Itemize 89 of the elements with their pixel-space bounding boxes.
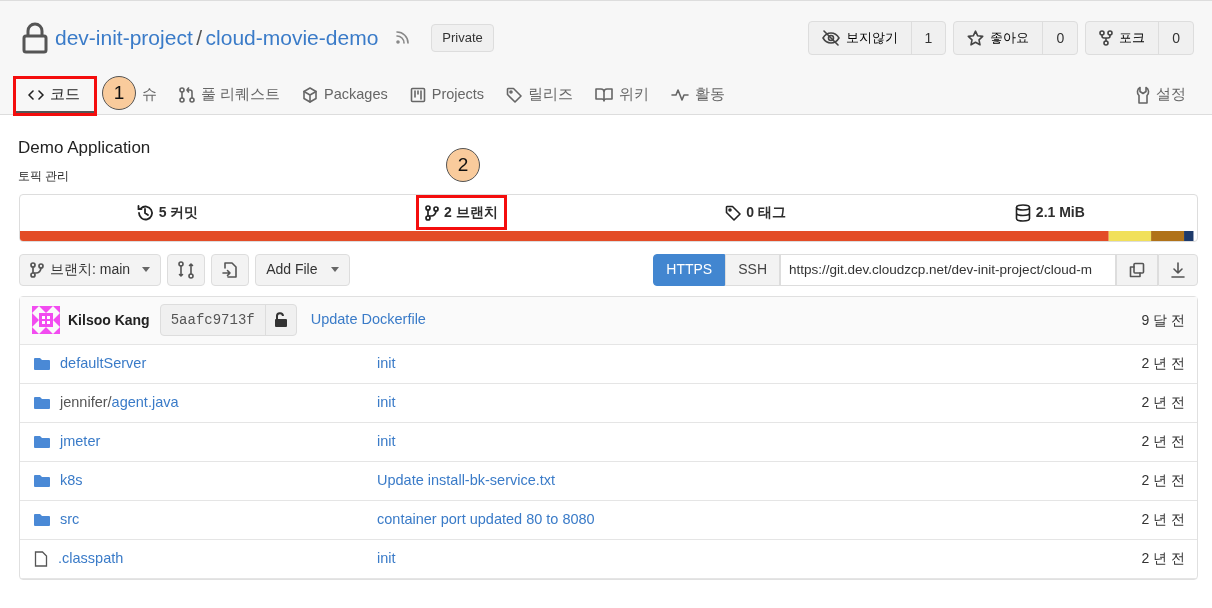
nav-tab[interactable]: 풀 리퀘스트: [171, 79, 289, 113]
tag-icon: [725, 204, 742, 221]
clone-url-field[interactable]: https://git.dev.cloudzcp.net/dev-init-project/cloud-m: [780, 253, 1116, 286]
file-time: 2 년 전: [1141, 432, 1185, 451]
author-link[interactable]: Kilsoo Kang: [68, 309, 150, 331]
repository-link[interactable]: cloud-movie-demo: [205, 22, 379, 54]
fork-button[interactable]: 포크: [1086, 22, 1160, 54]
copy-icon: [1129, 261, 1145, 278]
protocol-tab[interactable]: HTTPS: [653, 253, 726, 286]
fork-icon: [1099, 30, 1114, 46]
nav-tab[interactable]: 릴리즈: [498, 79, 582, 113]
database-icon: [1014, 203, 1031, 222]
step-number-marker: 2: [446, 148, 480, 182]
watch-button[interactable]: 보지않기: [808, 22, 912, 54]
path-separator: /: [196, 25, 203, 52]
nav-tab[interactable]: 슈: [140, 79, 165, 113]
upload-button[interactable]: [211, 253, 250, 286]
stat-link[interactable]: 0 태그: [719, 198, 792, 227]
folder-icon: [34, 434, 50, 449]
nav-tab[interactable]: Packages: [294, 79, 396, 113]
lock-icon: [22, 22, 48, 54]
commit-message-link[interactable]: init: [377, 352, 396, 375]
compare-icon: [178, 260, 195, 279]
nav-tab[interactable]: Projects: [401, 79, 493, 113]
topics-link[interactable]: 토픽 관리: [18, 166, 70, 185]
branch-icon: [30, 261, 44, 278]
file-upload-icon: [222, 260, 239, 279]
download-button[interactable]: [1158, 253, 1198, 286]
count-label: 0: [1171, 28, 1181, 48]
unlock-icon: [273, 312, 288, 328]
compare-button[interactable]: [167, 253, 206, 286]
namespace-link[interactable]: dev-init-project: [55, 22, 193, 54]
commit-message-link[interactable]: Update install-bk-service.txt: [377, 469, 556, 492]
branch-dropdown[interactable]: 브랜치: main: [19, 253, 162, 286]
commit-message-link[interactable]: container port updated 80 to 8080: [377, 508, 595, 531]
folder-icon: [34, 512, 50, 527]
star-button[interactable]: 좋아요: [954, 22, 1044, 54]
caret-icon: [331, 267, 340, 272]
history-icon: [135, 203, 154, 222]
board-icon: [409, 87, 426, 103]
stat-link[interactable]: 2.1 MiB: [1008, 198, 1091, 227]
file-time: 2 년 전: [1141, 393, 1185, 412]
wrench-icon: [1136, 86, 1150, 104]
book-icon: [595, 87, 614, 103]
cube-icon: [302, 87, 319, 103]
file-time: 2 년 전: [1141, 510, 1185, 529]
tag-icon: [506, 87, 523, 103]
file-name-link[interactable]: k8s: [60, 469, 83, 492]
nav-tab[interactable]: 활동: [663, 79, 734, 113]
stat-link[interactable]: 2 브랜치: [419, 198, 504, 227]
add-file-dropdown[interactable]: Add File: [255, 253, 351, 286]
commit-message-link[interactable]: init: [377, 547, 396, 570]
merge-request-icon: [179, 87, 195, 103]
commit-message-link[interactable]: init: [377, 391, 396, 414]
file-name-link[interactable]: jmeter: [60, 430, 101, 453]
branch-icon: [425, 204, 440, 221]
pulse-icon: [671, 88, 690, 102]
nav-tab[interactable]: 코드: [16, 79, 94, 113]
count-label: 1: [923, 28, 934, 48]
download-icon: [1171, 261, 1185, 278]
visibility-label: Private: [431, 24, 494, 52]
caret-icon: [142, 267, 151, 272]
file-time: 2 년 전: [1141, 471, 1185, 490]
file-name-link[interactable]: .classpath: [58, 547, 124, 570]
nav-tab[interactable]: 위키: [587, 79, 658, 113]
code-icon: [28, 88, 44, 102]
folder-icon: [34, 356, 50, 371]
commit-message-link[interactable]: init: [377, 430, 396, 453]
protocol-tab[interactable]: SSH: [725, 253, 780, 286]
rss-icon: [394, 30, 411, 46]
eye-slash-icon: [821, 30, 840, 46]
project-description: Demo Application: [18, 137, 152, 159]
folder-icon: [34, 473, 50, 488]
commit-message-link[interactable]: Update Dockerfile: [310, 309, 426, 331]
folder-icon: [34, 395, 50, 410]
stat-link[interactable]: 5 커밋: [129, 198, 205, 227]
settings-tab[interactable]: 설정: [1128, 79, 1194, 113]
file-name-link[interactable]: src: [60, 508, 80, 531]
commit-time: 9 달 전: [1141, 310, 1185, 330]
copy-button[interactable]: [1116, 253, 1158, 286]
commit-sha-button[interactable]: 5aafc9713f: [159, 304, 297, 336]
avatar-icon: [32, 306, 60, 334]
file-name-link[interactable]: jennifer/agent.java: [60, 391, 179, 414]
file-time: 2 년 전: [1141, 549, 1185, 568]
count-label: 0: [1055, 28, 1066, 48]
file-time: 2 년 전: [1141, 354, 1185, 373]
file-name-link[interactable]: defaultServer: [60, 352, 147, 375]
star-icon: [967, 30, 985, 46]
file-icon: [34, 550, 48, 567]
